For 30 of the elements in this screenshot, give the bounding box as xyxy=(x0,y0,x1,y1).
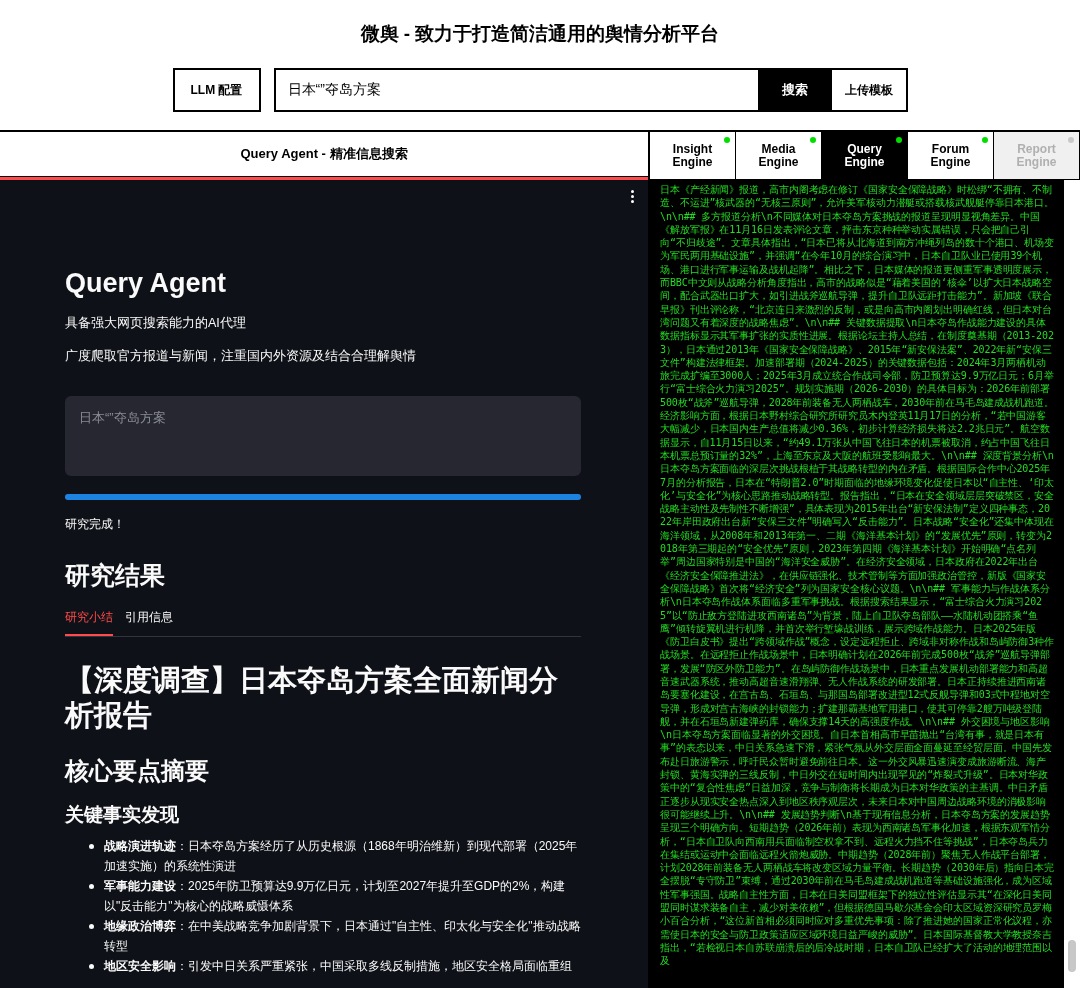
report-title: 【深度调查】日本夺岛方案全面新闻分析报告 xyxy=(65,663,559,734)
status-text: 研究完成！ xyxy=(65,516,126,532)
result-tab[interactable]: 研究小结 xyxy=(65,608,113,637)
description: 广度爬取官方报道与新闻，注重国内外资源及结合合理解舆情 xyxy=(65,347,417,365)
subsection-heading: 关键事实发现 xyxy=(65,803,180,828)
search-field[interactable]: 日本“”夺岛方案 xyxy=(273,67,758,112)
upload-template-button[interactable]: 上传模板 xyxy=(831,67,908,112)
bullet-text: 地区安全影响：引发中日关系严重紧张，中国采取多线反制措施，地区安全格局面临重组 xyxy=(104,957,572,975)
search-button[interactable]: 搜索 xyxy=(757,67,832,112)
bullet-icon xyxy=(89,923,94,929)
result-tab[interactable]: 引用信息 xyxy=(125,608,173,637)
engine-tab[interactable]: Insight Engine xyxy=(650,132,736,180)
results-heading: 研究结果 xyxy=(65,559,166,591)
page-title: 微舆 - 致力于打造简洁通用的舆情分析平台 xyxy=(360,22,720,46)
query-field[interactable]: 日本“”夺岛方案 xyxy=(65,395,581,476)
engine-tab[interactable]: Forum Engine xyxy=(908,132,994,180)
engine-tab[interactable]: Media Engine xyxy=(736,132,822,180)
log-output: 日本《产经新闻》报道，高市内阁考虑在修订《国家安全保障战略》时松绑“不拥有、不制造、不运进”核武器的“无核三原则”，允许美军核动力潜艇或搭载核武舰艇停靠日本港口。\n\n## 多方报道分析\n不同媒体对日本夺岛方案挑战的报道呈现明显视角差异。中国《解放军报》在11月16日发表评论文章，抨击东京种种举动实属错误，只会把自己引向“不归歧途”。文章具体指出，“日本已将从北海道到南方冲绳列岛的数十个港口、机场变为军民两用基础设施”，并强调“在今年10月的综合演习中，日本自卫队业已使用39个机场、港口进行军事运输及战机起降”。相比之下，日本媒体的报道更侧重军事透明度展示，而BBC中文则从战略分析角度指出，高市的战略似是“藉着美国的‘核伞’以扩大日本战略空间，配合武器出口扩大，如引进战斧巡航导弹，提升自卫队远距打击能力”。新加坡《联合早报》刊出评论称，“北京连日来激烈的反制，或是向高市内阁划出明确红线，但日本对台湾问题又有着深度的战略焦虑”。\n\n## 关键数据提取\n日本夺岛作战能力建设的具体数据指标显示其军事扩张的实质性进展。根据论坛主持人总结，在制度奠基期（2013-2023），日本通过2013年《国家安全保障战略》、2015年“新安保法案”、2022年新“安保三文件”构建法律框架。加速部署期（2024-2025）的关键数据包括：2024年3月两栖机动旅完成扩编至3000人；2025年3月成立统合作战司令部，防卫预算达9.9万亿日元；6月举行“富士综合火力演习2025”。规划实施期（2026-2030）的具体目标为：2026年前部署500枚“战斧”巡航导弹，2028年前装备无人两栖战车，2030年前在马毛岛建成战机跑道。经济影响方面，根据日本野村综合研究所研究员木内登英11月17日的分析，“若中国游客大幅减少，日本国内生产总值将减少0.36%，初步计算经济损失将达2.2兆日元”。航空数据显示，自11月15日以来，“约49.1万张从中国飞往日本的机票被取消，约占中国飞往日本机票总预订量的32%”，上海至东京及大阪的航班受影响最大。\n\n## 深度背景分析\n日本夺岛方案面临的深层次挑战根植于其战略转型的内在矛盾。根据国际合作中心2025年7月的分析报告，日本在“特朗普2.0”时期面临的地缘环境变化促使日本以“自主性、‘印太化’与安全化”为核心思路推动战略转型。报告指出，“日本在安全领域层层突破禁区，安全战略主动性及先制性不断增强”，具体表现为2015年出台“新安保法制”定义四种事态，2022年岸田政府出台新“安保三文件”明确写入“反击能力”。日本战略“安全化”还集中体现在海洋领域，从2008年和2013年第一、二期《海洋基本计划》的“发展优先”原则，转变为2018年第三期起的“安全优先”原则，2023年第四期《海洋基本计划》开始明确“点名列举”周边国家特别是中国的“海洋安全威胁”。在经济安全领域，日本政府在2022年出台《经济安全保障推进法》，在供应链强化、技术管制等方面加强政治管控，新版《国家安全保障战略》首次将“经济安全”列为国家安全核心议题。\n\n## 军事能力与作战体系分析\n日本夺岛作战体系面临多重军事挑战。根据搜索结果显示，“富士综合火力演习2025”以“防止敌方登陆进攻西南诸岛”为背景，陆上自卫队夺岛部队——水陆机动团搭乘“鱼鹰”倾转旋翼机进行机降，并首次举行堑壕战训练，展示跨域作战能力。日本2025年版《防卫白皮书》提出“跨领域作战”概念，设定远程拒止、跨域非对称作战和岛屿防御3种作战场景。在远程拒止作战场景中，日本明确计划在2026年前完成500枚“战斧”巡航导弹部署，发展“防区外防卫能力”。在岛屿防御作战场景中，日本重点发展机动部署能力和高超音速武器系统，推动高超音速滑翔弹、无人作战系统的研发部署。日本正持续推进西南诸岛要塞化建设，在宫古岛、石垣岛、与那国岛部署改进型12式反舰导弹和03式中程地对空导弹，形成对宫古海峡的封锁能力；扩建那霸基地军用港口，使其可停靠2艘万吨级登陆舰，并在石垣岛新建弹药库，确保支撑14天的高强度作战。\n\n## 外交困境与地区影响\n日本夺岛方案面临显著的外交困境。自日本首相高市早苗抛出“台湾有事，就是日本有事”的表态以来，中日关系急速下滑，紧张气氛从外交层面全面蔓延至经贸层面。中国先发布赴日旅游警示，呼吁民众暂时避免前往日本。这一外交风暴迅速演变成旅游断流、海产封锁、黄海实弹的三线反制，中日外交在短时间内出现罕见的“炸裂式升级”。日本对华政策中的“复合性焦虑”日益加深，竞争与制衡将长期成为日本对华政策的主基调。中日矛盾正逐步从现实安全热点深入到地区秩序观层次，未来日本对中国周边战略环境的消极影响很可能继续上升。\n\n## 发展趋势判断\n基于现有信息分析，日本夺岛方案的发展趋势呈现三个明确方向。短期趋势（2026年前）表现为西南诸岛军事化加速，根据东观军情分析，“日本自卫队向西南用兵面临制空权拿不到、远程火力挡不住等挑战”，日本夺岛兵力在集结或运动中会面临远程火箭炮威胁。中期趋势（2028年前）聚焦无人作战平台部署，计划2028年前装备无人两栖战车将改变区域力量平衡。长期趋势（2030年后）指向日本完全摆脱“专守防卫”束缚，通过2030年前在马毛岛建成战机跑道等基础设施强化，成为区域性军事强国。战略自主性方面，日本在日美同盟框架下的独立性评估显示其“在深化日美同盟同时谋求装备自主，减少对美依赖”，但根据德国马歇尔基金会印太区域资深研究员罗梅小百合分析，“这位新首相必须同时应对多重优先事项：除了推进她的国家正常化议程，亦需使日本的安全与防卫政策适应区域环境日益严峻的威胁”。日本国际基督教大学教授奈吉指出，“若检视日本自苏联崩溃后的后冷战时期，日本自卫队已经扩大了活动的地理范围以及 xyxy=(650,180,1064,988)
section-heading: 核心要点摘要 xyxy=(65,756,210,787)
bullet-icon xyxy=(89,963,94,969)
subtitle: 具备强大网页搜索能力的AI代理 xyxy=(65,315,247,332)
bullet-text: 地缘政治博弈：在中美战略竞争加剧背景下，日本通过"自主性、印太化与安全化"推动战略转型 xyxy=(104,917,581,955)
app-heading: Query Agent xyxy=(65,267,228,300)
bullet-text: 战略演进轨迹：日本夺岛方案经历了从历史根源（1868年明治维新）到现代部署（2025年加速实施）的系统性演进 xyxy=(104,837,579,875)
bullet-icon xyxy=(89,843,94,849)
more-icon[interactable] xyxy=(630,190,634,203)
engine-tab[interactable]: Query Engine xyxy=(822,132,908,180)
bullet-icon xyxy=(89,883,94,889)
llm-config-button[interactable]: LLM 配置 xyxy=(172,67,261,112)
bullet-text: 军事能力建设：2025年防卫预算达9.9万亿日元，计划至2027年提升至GDP的2%，构建以"反击能力"为核心的战略威慑体系 xyxy=(104,877,567,915)
